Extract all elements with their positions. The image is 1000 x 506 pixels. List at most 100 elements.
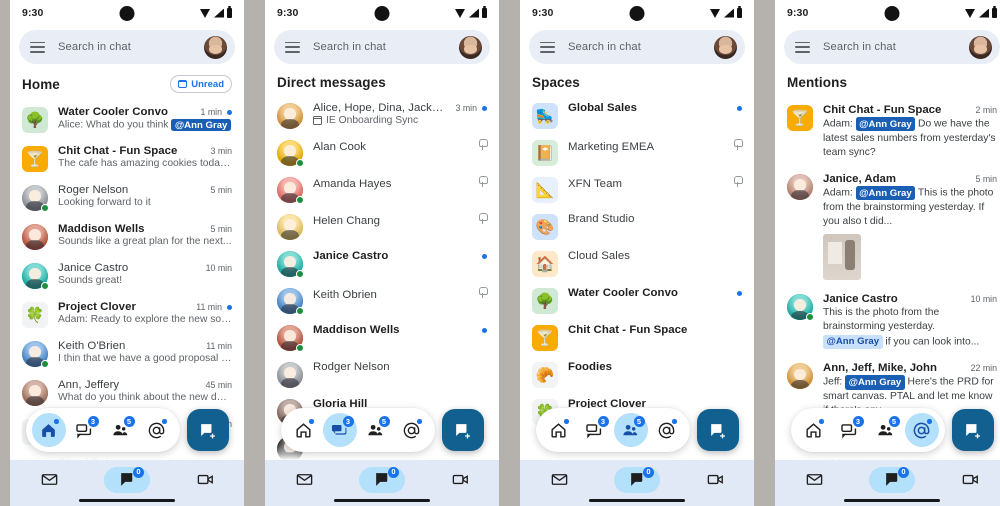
list-item[interactable]: Keith Obrien bbox=[265, 282, 499, 319]
search-bar[interactable]: Search in chat bbox=[784, 30, 1000, 64]
list-item[interactable]: 🍸 Chit Chat - Fun Space bbox=[520, 319, 754, 356]
nav-pill[interactable]: 3 5 bbox=[25, 408, 180, 452]
nav-mentions[interactable] bbox=[395, 413, 429, 447]
search-input[interactable]: Search in chat bbox=[568, 41, 641, 53]
nav-pill[interactable]: 3 5 bbox=[535, 408, 690, 452]
new-chat-fab[interactable] bbox=[186, 409, 229, 451]
nav-home[interactable] bbox=[542, 413, 576, 447]
user-avatar[interactable] bbox=[969, 35, 992, 59]
bottom-app-bar[interactable]: 0 bbox=[775, 460, 1000, 506]
bottom-nav-chat[interactable]: 0 bbox=[614, 466, 660, 493]
pin-icon[interactable] bbox=[478, 139, 488, 150]
nav-spaces[interactable]: 5 bbox=[359, 413, 393, 447]
list-item[interactable]: Alan Cook bbox=[265, 134, 499, 171]
nav-mentions[interactable] bbox=[904, 413, 939, 447]
timestamp: 3 min bbox=[210, 146, 232, 156]
unread-square-icon bbox=[178, 80, 188, 88]
search-bar[interactable]: Search in chat bbox=[274, 30, 490, 64]
mail-icon bbox=[295, 470, 314, 489]
bottom-app-bar[interactable]: 0 bbox=[520, 460, 754, 506]
hamburger-menu-icon[interactable] bbox=[795, 41, 810, 53]
list-item-header: Roger Nelson 5 min bbox=[58, 184, 232, 196]
list-item[interactable]: Amanda Hayes bbox=[265, 171, 499, 208]
nav-direct-messages[interactable]: 3 bbox=[833, 413, 867, 447]
unread-filter-button[interactable]: Unread bbox=[170, 75, 232, 93]
mention-item[interactable]: Janice, Adam 5 min Adam: @Ann Gray This is… bbox=[775, 166, 1000, 286]
list-item[interactable]: Janice Castro bbox=[265, 245, 499, 282]
timestamp: 10 min bbox=[970, 294, 997, 305]
list-item[interactable]: 🌳 Water Cooler Convo 1 min Alice: What do y… bbox=[10, 100, 244, 139]
pin-icon[interactable] bbox=[478, 287, 488, 298]
pin-icon[interactable] bbox=[733, 139, 743, 150]
list-item[interactable]: 🎨 Brand Studio bbox=[520, 208, 754, 245]
bottom-nav-chat[interactable]: 0 bbox=[359, 466, 405, 493]
nav-direct-messages[interactable]: 3 bbox=[68, 413, 102, 447]
bottom-nav-chat[interactable]: 0 bbox=[104, 466, 150, 493]
pin-icon[interactable] bbox=[478, 176, 488, 187]
nav-mentions[interactable] bbox=[140, 413, 174, 447]
bottom-nav-meet[interactable] bbox=[182, 467, 228, 493]
list-item[interactable]: 🍀 Project Clover 11 min Adam: Ready to expl… bbox=[10, 295, 244, 334]
list-item[interactable]: Helen Chang bbox=[265, 208, 499, 245]
list-item[interactable]: Maddison Wells bbox=[265, 319, 499, 356]
nav-direct-messages[interactable]: 3 bbox=[578, 413, 612, 447]
list-item[interactable]: 🛼 Global Sales bbox=[520, 97, 754, 134]
list-item-title: Project Clover bbox=[58, 301, 136, 313]
list-item[interactable]: 🏠 Cloud Sales bbox=[520, 245, 754, 282]
list-item[interactable]: 📔 Marketing EMEA bbox=[520, 134, 754, 171]
nav-mentions[interactable] bbox=[650, 413, 684, 447]
bottom-nav-mail[interactable] bbox=[26, 467, 72, 493]
attached-photo[interactable] bbox=[823, 234, 861, 281]
new-chat-fab[interactable] bbox=[441, 409, 484, 451]
nav-home[interactable] bbox=[287, 413, 321, 447]
nav-spaces[interactable]: 5 bbox=[104, 413, 138, 447]
nav-home[interactable] bbox=[31, 413, 66, 447]
list-item[interactable]: Rodger Nelson bbox=[265, 356, 499, 393]
nav-direct-messages[interactable]: 3 bbox=[322, 413, 357, 447]
search-bar[interactable]: Search in chat bbox=[529, 30, 745, 64]
bottom-app-bar[interactable]: 0 bbox=[265, 460, 499, 506]
nav-spaces[interactable]: 5 bbox=[613, 413, 648, 447]
list-item[interactable]: Roger Nelson 5 min Looking forward to it bbox=[10, 178, 244, 217]
list-item[interactable]: 🍸 Chit Chat - Fun Space 3 min The cafe has … bbox=[10, 139, 244, 178]
nav-pill[interactable]: 3 5 bbox=[280, 408, 435, 452]
search-input[interactable]: Search in chat bbox=[58, 41, 131, 53]
list-item[interactable]: 📐 XFN Team bbox=[520, 171, 754, 208]
camera-punch-hole bbox=[374, 6, 390, 21]
mention-item[interactable]: 🍸 Chit Chat - Fun Space 2 min Adam: @Ann Gr… bbox=[775, 97, 1000, 166]
new-chat-fab[interactable] bbox=[951, 409, 994, 451]
mention-item[interactable]: Janice Castro 10 min This is the photo fro… bbox=[775, 286, 1000, 355]
new-chat-fab[interactable] bbox=[696, 409, 739, 451]
user-avatar[interactable] bbox=[714, 35, 737, 59]
list-item[interactable]: Alice, Hope, Dina, Jackson... 3 min IE Onb… bbox=[265, 97, 499, 134]
search-bar[interactable]: Search in chat bbox=[19, 30, 235, 64]
hamburger-menu-icon[interactable] bbox=[540, 41, 555, 53]
hamburger-menu-icon[interactable] bbox=[30, 41, 45, 53]
search-input[interactable]: Search in chat bbox=[313, 41, 386, 53]
bottom-nav-meet[interactable] bbox=[947, 467, 993, 493]
conversation-list-spaces[interactable]: 🛼 Global Sales 📔 Marketing EMEA 📐 XFN Team 🎨 Br… bbox=[520, 97, 754, 430]
nav-home[interactable] bbox=[797, 413, 831, 447]
search-input[interactable]: Search in chat bbox=[823, 41, 896, 53]
bottom-nav-mail[interactable] bbox=[536, 467, 582, 493]
bottom-nav-meet[interactable] bbox=[692, 467, 738, 493]
list-item[interactable]: Maddison Wells 5 min Sounds like a great p… bbox=[10, 217, 244, 256]
user-avatar[interactable] bbox=[459, 35, 482, 59]
nav-pill[interactable]: 3 5 bbox=[790, 408, 945, 452]
list-item[interactable]: Janice Castro 10 min Sounds great! bbox=[10, 256, 244, 295]
pin-icon[interactable] bbox=[733, 176, 743, 187]
pin-icon[interactable] bbox=[478, 213, 488, 224]
bottom-app-bar[interactable]: 0 bbox=[10, 460, 244, 506]
bottom-nav-chat[interactable]: 0 bbox=[869, 466, 915, 493]
bottom-nav-mail[interactable] bbox=[281, 467, 327, 493]
hamburger-menu-icon[interactable] bbox=[285, 41, 300, 53]
list-item[interactable]: Ann, Jeffery 45 min What do you think abou… bbox=[10, 373, 244, 412]
bottom-nav-meet[interactable] bbox=[437, 467, 483, 493]
list-item[interactable]: Keith O'Brien 11 min I thin that we have a… bbox=[10, 334, 244, 373]
bottom-nav-mail[interactable] bbox=[791, 467, 837, 493]
list-item[interactable]: 🥐 Foodies bbox=[520, 356, 754, 393]
list-item-body: Maddison Wells 5 min Sounds like a great p… bbox=[48, 223, 232, 247]
list-item[interactable]: 🌳 Water Cooler Convo bbox=[520, 282, 754, 319]
user-avatar[interactable] bbox=[204, 35, 227, 59]
nav-spaces[interactable]: 5 bbox=[869, 413, 903, 447]
